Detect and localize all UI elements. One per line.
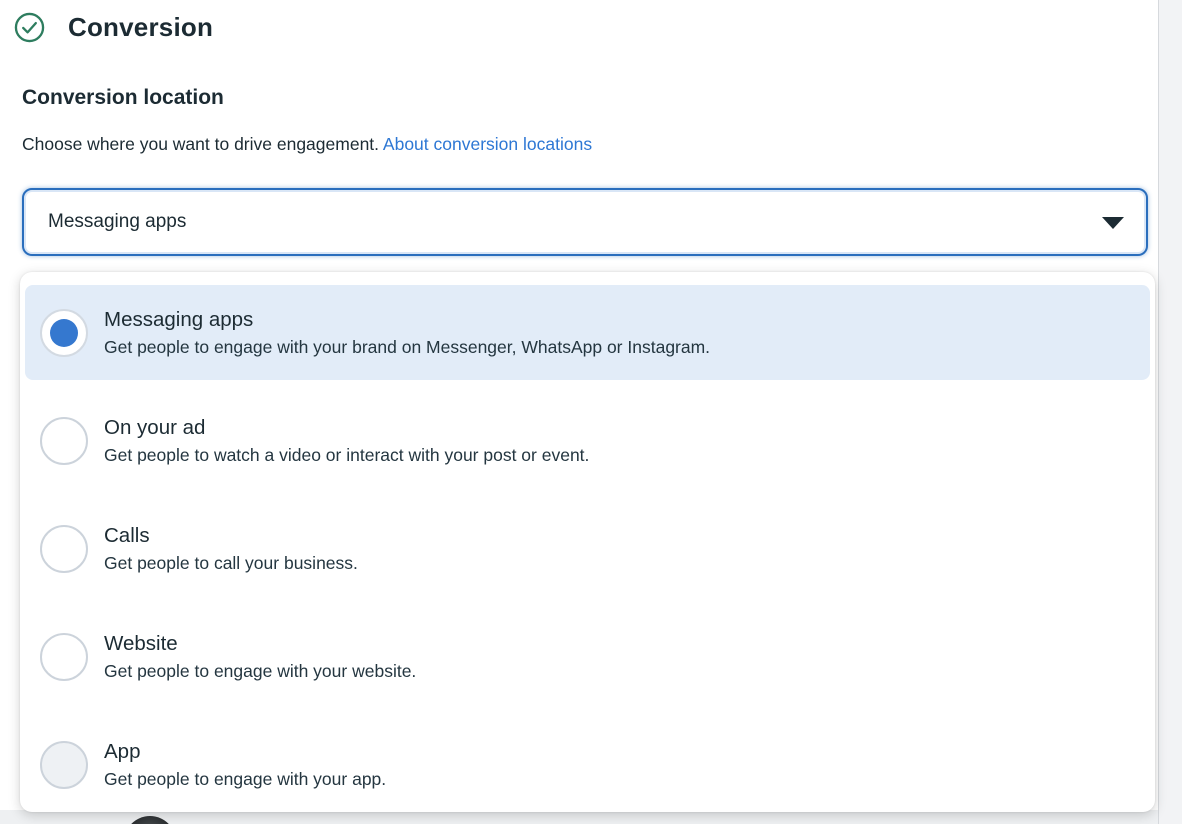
conversion-location-description: Choose where you want to drive engagemen…	[22, 134, 592, 155]
conversion-location-select[interactable]: Messaging apps	[22, 188, 1148, 256]
option-description: Get people to watch a video or interact …	[104, 445, 589, 466]
option-title: Website	[104, 632, 416, 656]
about-conversion-locations-link[interactable]: About conversion locations	[383, 134, 592, 154]
conversion-step-header: Conversion	[14, 12, 213, 43]
option-description: Get people to engage with your brand on …	[104, 337, 710, 358]
conversion-location-heading: Conversion location	[22, 86, 224, 110]
page-background-strip	[0, 810, 1158, 824]
option-description: Get people to engage with your app.	[104, 769, 386, 790]
conversion-location-dropdown: Messaging apps Get people to engage with…	[20, 272, 1155, 812]
option-title: On your ad	[104, 416, 589, 440]
check-circle-icon	[14, 12, 45, 43]
panel-right-border	[1158, 0, 1182, 824]
option-description: Get people to call your business.	[104, 553, 358, 574]
option-messaging-apps[interactable]: Messaging apps Get people to engage with…	[25, 285, 1150, 380]
option-title: Calls	[104, 524, 358, 548]
option-title: Messaging apps	[104, 308, 710, 332]
option-text: Messaging apps Get people to engage with…	[104, 308, 710, 358]
option-text: On your ad Get people to watch a video o…	[104, 416, 589, 466]
description-text: Choose where you want to drive engagemen…	[22, 134, 383, 154]
radio-button[interactable]	[40, 417, 88, 465]
page-title: Conversion	[68, 12, 213, 43]
option-text: App Get people to engage with your app.	[104, 740, 386, 790]
option-app[interactable]: App Get people to engage with your app.	[25, 717, 1150, 812]
radio-button[interactable]	[40, 525, 88, 573]
option-title: App	[104, 740, 386, 764]
radio-button-selected[interactable]	[40, 309, 88, 357]
option-text: Website Get people to engage with your w…	[104, 632, 416, 682]
select-value: Messaging apps	[24, 211, 186, 233]
caret-down-icon	[1102, 217, 1124, 229]
radio-button[interactable]	[40, 633, 88, 681]
option-calls[interactable]: Calls Get people to call your business.	[25, 501, 1150, 596]
radio-dot	[50, 319, 78, 347]
option-text: Calls Get people to call your business.	[104, 524, 358, 574]
radio-button[interactable]	[40, 741, 88, 789]
option-description: Get people to engage with your website.	[104, 661, 416, 682]
option-on-your-ad[interactable]: On your ad Get people to watch a video o…	[25, 393, 1150, 488]
option-website[interactable]: Website Get people to engage with your w…	[25, 609, 1150, 704]
